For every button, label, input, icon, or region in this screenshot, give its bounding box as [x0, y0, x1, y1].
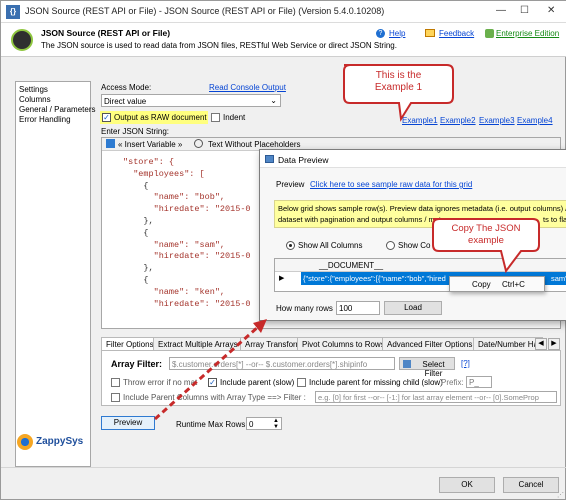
preview-arrow-line [154, 324, 260, 421]
main-window: {} JSON Source (REST API or File) - JSON… [0, 0, 566, 500]
example-callout-text: This is the Example 1 [374, 70, 423, 93]
callout-overlay [154, 64, 540, 421]
copy-callout-text: Copy The JSON example [451, 223, 521, 246]
